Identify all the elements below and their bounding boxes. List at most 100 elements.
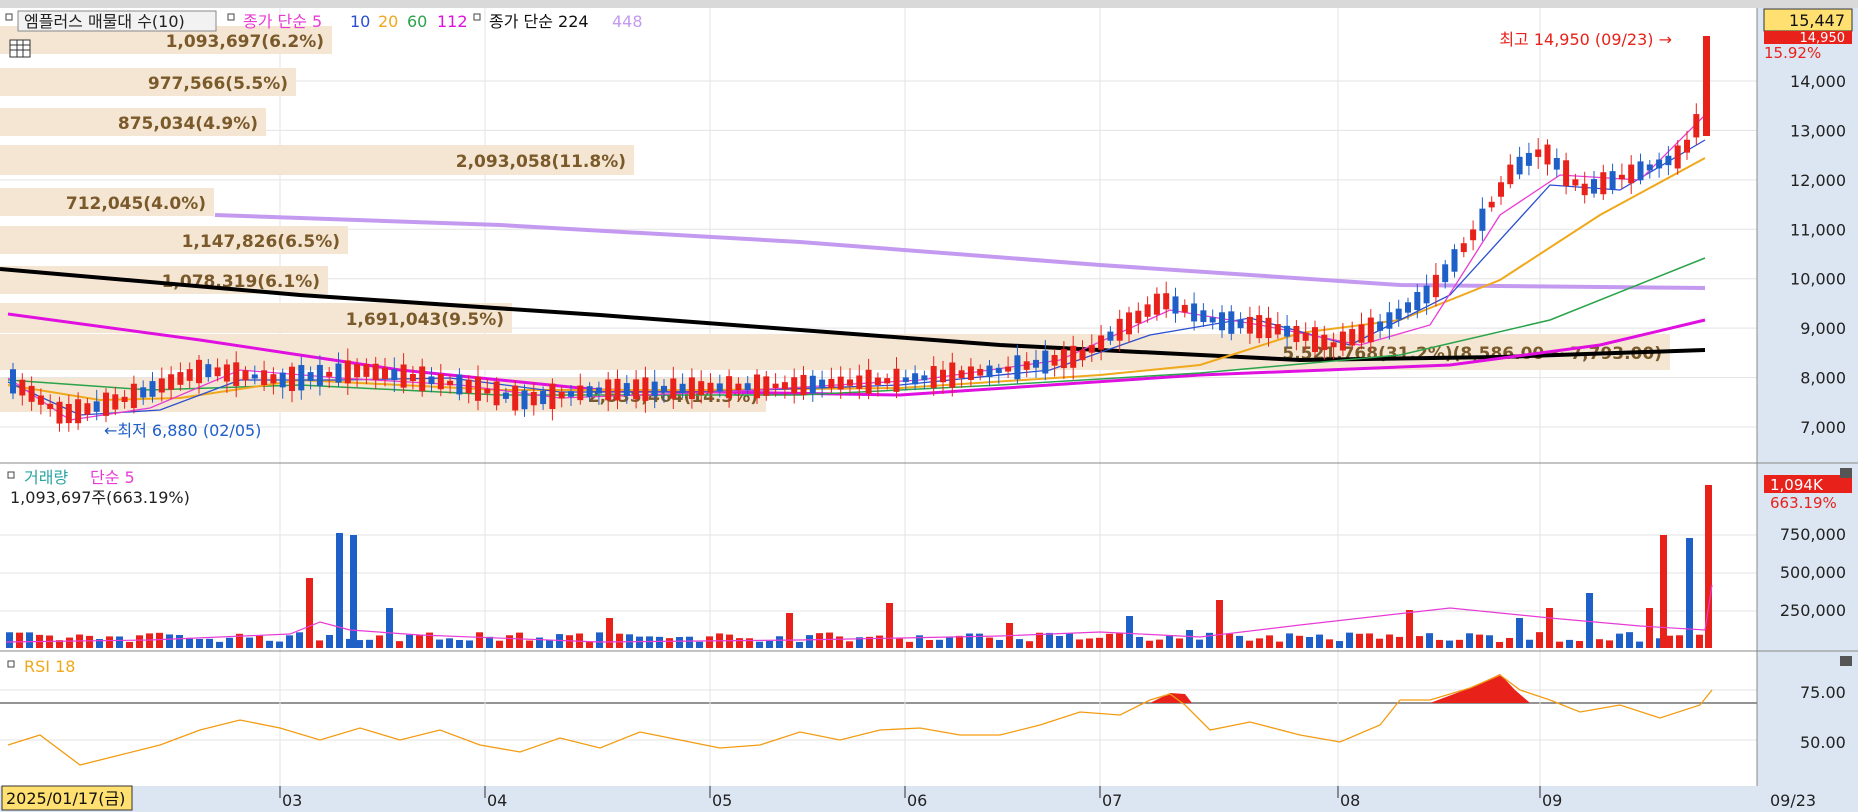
volume-bar	[1686, 538, 1693, 648]
volume-bar	[886, 603, 893, 648]
candle	[735, 383, 742, 391]
candle	[744, 383, 751, 391]
volume-bar	[1306, 636, 1313, 648]
candle	[205, 364, 212, 378]
candle	[270, 374, 277, 384]
candle	[84, 403, 91, 415]
candle	[1395, 308, 1402, 320]
stock-chart[interactable]: 1,093,697(6.2%) 977,566(5.5%) 875,034(4.9%…	[0, 0, 1858, 812]
candle	[995, 367, 1002, 373]
candle	[856, 375, 863, 389]
volume-bar	[746, 638, 753, 648]
candle	[1172, 296, 1179, 314]
candle	[121, 396, 128, 403]
high-annotation: 최고 14,950 (09/23) →	[1499, 30, 1672, 49]
volume-bar	[1596, 639, 1603, 648]
candle	[949, 362, 956, 388]
volume-bar	[396, 641, 403, 648]
candle	[902, 377, 909, 383]
volume-bar	[26, 632, 33, 648]
price-tick: 10,000	[1790, 270, 1846, 289]
candle	[1405, 302, 1411, 313]
volume-bar	[16, 632, 23, 648]
candle	[1079, 349, 1086, 361]
ma112-legend: 112	[437, 12, 468, 31]
candle	[1544, 144, 1551, 165]
candle	[1144, 304, 1151, 317]
candle	[1591, 179, 1597, 194]
volume-bar	[616, 633, 623, 648]
volume-bar	[1106, 633, 1113, 648]
candle	[112, 394, 119, 410]
candle	[447, 380, 454, 386]
volume-bar	[1636, 641, 1643, 648]
candle	[419, 366, 426, 392]
candle	[1516, 156, 1523, 175]
candle	[1163, 293, 1170, 310]
candle	[1628, 164, 1635, 184]
ma448-legend: 448	[612, 12, 643, 31]
candle	[1200, 310, 1207, 322]
volume-bar	[316, 640, 323, 648]
candle	[391, 369, 398, 381]
candle	[1414, 292, 1421, 310]
candle	[1553, 158, 1560, 170]
candle	[521, 390, 528, 410]
candle	[1321, 334, 1328, 351]
candle	[382, 367, 388, 379]
volume-close-icon[interactable]	[1840, 468, 1852, 478]
volume-bar	[446, 638, 453, 648]
volume-profile-label: 977,566(5.5%)	[148, 74, 288, 94]
volume-bar	[986, 637, 993, 648]
chart-window: 1,093,697(6.2%) 977,566(5.5%) 875,034(4.9%…	[0, 0, 1858, 812]
volume-bar	[216, 641, 223, 648]
volume-bar	[1416, 636, 1423, 648]
volume-profile-label: 712,045(4.0%)	[66, 194, 206, 214]
rsi-close-icon[interactable]	[1840, 656, 1852, 666]
candle	[930, 366, 937, 388]
candle	[261, 370, 268, 386]
candle	[130, 383, 137, 409]
month-label: 03	[282, 791, 302, 810]
price-tick: 12,000	[1790, 171, 1846, 190]
table-icon[interactable]	[9, 39, 31, 58]
volume-bar	[256, 635, 263, 648]
volume-bar	[1486, 635, 1493, 648]
candle	[372, 363, 379, 381]
volume-bar	[526, 640, 533, 648]
candle	[679, 383, 686, 394]
candle	[354, 364, 361, 378]
volume-bar	[546, 640, 553, 648]
candle	[1274, 324, 1281, 335]
candle	[763, 376, 770, 396]
volume-bar	[636, 636, 643, 648]
volume-bar	[1436, 639, 1443, 648]
candle	[1460, 243, 1467, 253]
candle	[633, 379, 640, 400]
candle	[1432, 274, 1439, 298]
svg-text:500,000: 500,000	[1780, 563, 1846, 582]
volume-bar	[1056, 635, 1063, 648]
volume-bar	[6, 632, 13, 648]
candle	[1442, 264, 1449, 283]
volume-profile-label: 1,093,697(6.2%)	[166, 32, 324, 52]
candle	[781, 382, 788, 389]
candle	[1349, 329, 1356, 346]
volume-bar	[1116, 633, 1123, 648]
candle	[475, 376, 481, 401]
volume-bar	[966, 633, 973, 648]
candle	[874, 377, 881, 385]
volume-bar	[1356, 633, 1363, 648]
volume-bar	[376, 635, 383, 648]
volume-bar	[1696, 634, 1703, 648]
volume-bar	[1066, 633, 1073, 648]
volume-bar	[66, 637, 73, 648]
candle	[847, 379, 853, 386]
volume-bar	[1026, 641, 1033, 648]
candle	[977, 368, 984, 376]
volume-bar	[336, 533, 343, 648]
candle	[1339, 331, 1346, 351]
candle	[1051, 355, 1058, 366]
candle	[168, 374, 175, 390]
volume-bar	[1336, 641, 1343, 648]
